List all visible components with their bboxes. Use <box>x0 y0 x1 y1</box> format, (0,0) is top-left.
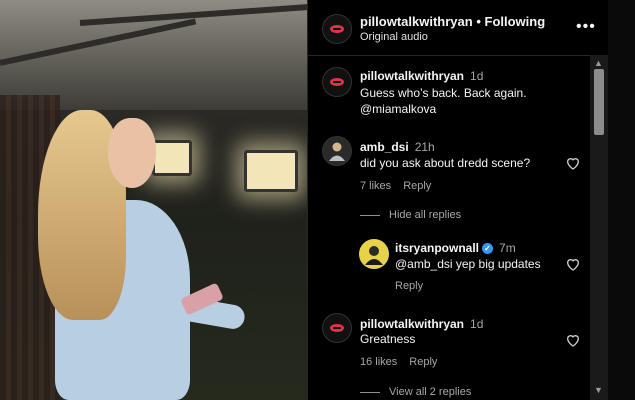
comment-time: 1d <box>470 317 484 331</box>
original-audio-link[interactable]: Original audio <box>360 31 428 43</box>
mention-link[interactable]: @miamalkova <box>360 101 436 118</box>
following-button[interactable]: Following <box>485 14 546 29</box>
avatar[interactable] <box>322 14 352 44</box>
user-photo-icon <box>365 246 383 265</box>
likes-count[interactable]: 16 likes <box>360 356 397 368</box>
username-link[interactable]: pillowtalkwithryan <box>360 69 464 83</box>
comment-meta: 16 likes Reply <box>360 356 449 368</box>
reply-button[interactable]: Reply <box>395 280 423 292</box>
username-link[interactable]: amb_dsi <box>360 140 409 154</box>
comment-time: 1d <box>470 69 484 83</box>
comment-text: Guess who’s back. Back again. <box>360 86 527 100</box>
reply-time: 7m <box>499 241 516 255</box>
username-link[interactable]: pillowtalkwithryan <box>360 317 464 331</box>
comment-text: did you ask about dredd scene? <box>360 156 531 170</box>
separator-dot: • <box>476 14 481 29</box>
heart-icon[interactable] <box>565 256 581 272</box>
reply-button[interactable]: Reply <box>403 180 431 192</box>
verified-badge-icon: ✓ <box>482 243 494 254</box>
scrollbar-thumb[interactable] <box>594 69 604 135</box>
heart-icon[interactable] <box>565 332 581 348</box>
replies-divider <box>360 215 380 216</box>
chevron-up-icon[interactable]: ▲ <box>594 58 603 68</box>
comment-time: 21h <box>414 140 435 154</box>
comment-username: pillowtalkwithryan 1d <box>360 317 483 331</box>
lips-logo-icon <box>330 25 344 33</box>
reply-button[interactable]: Reply <box>409 356 437 368</box>
avatar[interactable] <box>359 239 389 269</box>
comment-username: pillowtalkwithryan 1d <box>360 69 483 83</box>
person-face <box>108 118 156 188</box>
post-header: pillowtalkwithryan • Following Original … <box>308 0 609 56</box>
default-avatar-icon <box>329 142 345 161</box>
reel-media[interactable] <box>0 0 307 400</box>
comments-panel: pillowtalkwithryan • Following Original … <box>307 0 609 400</box>
studio-light <box>244 150 298 192</box>
heart-icon[interactable] <box>565 155 581 171</box>
view-replies-button[interactable]: View all 2 replies <box>389 386 471 398</box>
comment-username: amb_dsi 21h <box>360 140 435 154</box>
avatar[interactable] <box>322 67 352 97</box>
more-horizontal-icon[interactable]: ••• <box>576 18 596 36</box>
header-username[interactable]: pillowtalkwithryan <box>360 14 473 29</box>
scrollbar[interactable]: ▲ ▼ <box>590 55 608 400</box>
comment-text: Greatness <box>360 332 416 346</box>
username-link[interactable]: itsryanpownall <box>395 241 479 255</box>
window-edge <box>608 0 635 400</box>
comment-meta: 7 likes Reply <box>360 180 443 192</box>
studio-light <box>152 140 192 176</box>
header-title: pillowtalkwithryan • Following <box>360 14 545 29</box>
avatar[interactable] <box>322 313 352 343</box>
reply-username: itsryanpownall ✓ 7m <box>395 241 516 255</box>
replies-divider <box>360 392 380 393</box>
likes-count[interactable]: 7 likes <box>360 180 391 192</box>
avatar[interactable] <box>322 136 352 166</box>
reply-text: @amb_dsi yep big updates <box>395 257 541 271</box>
hide-replies-button[interactable]: Hide all replies <box>389 209 461 221</box>
lips-logo-icon <box>330 324 344 332</box>
chevron-down-icon[interactable]: ▼ <box>594 385 603 395</box>
lips-logo-icon <box>330 78 344 86</box>
